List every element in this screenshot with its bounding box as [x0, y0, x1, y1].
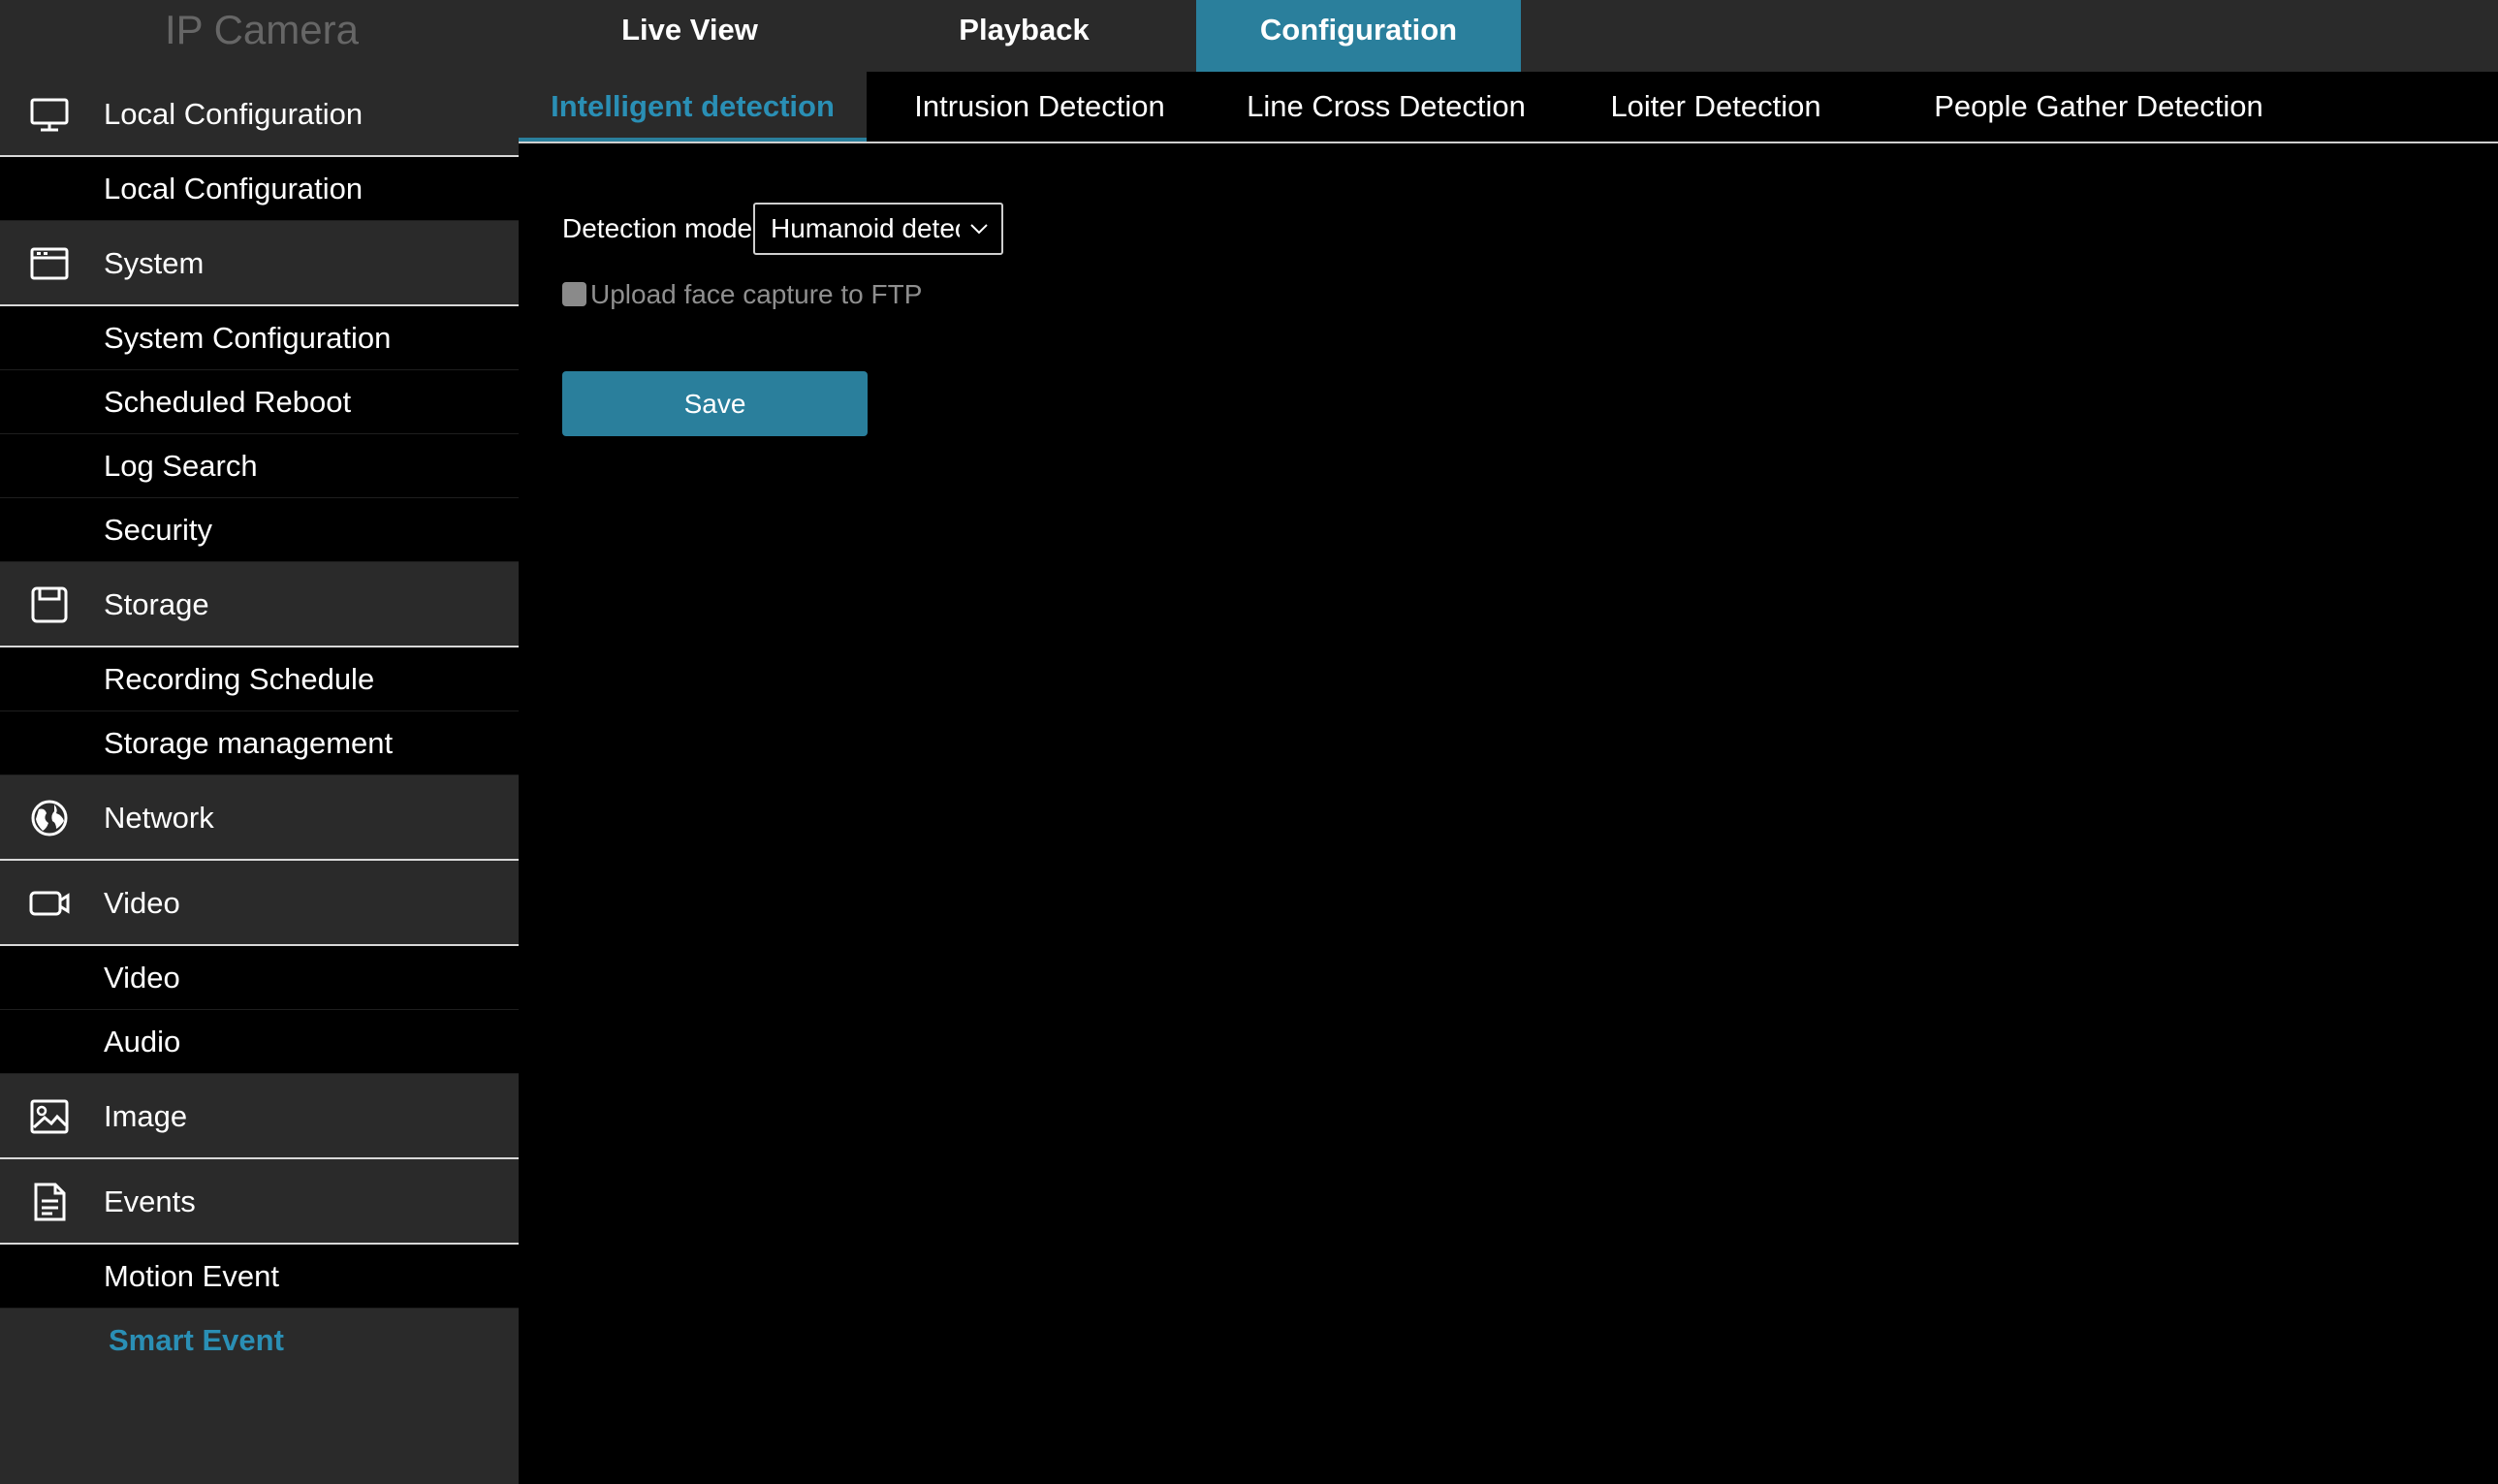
- sidebar-item-label: System Configuration: [104, 321, 392, 355]
- sidebar-item-label: Storage management: [104, 726, 394, 760]
- sidebar-item-label: Security: [104, 513, 212, 547]
- detection-mode-select[interactable]: Humanoid detection: [753, 203, 1003, 255]
- sidebar-item-local-configuration[interactable]: Local Configuration: [0, 157, 519, 221]
- sidebar-item-smart-event[interactable]: Smart Event: [0, 1309, 519, 1373]
- sidebar-item-label: Audio: [104, 1025, 181, 1058]
- sidebar-item-label: Motion Event: [104, 1259, 279, 1293]
- sidebar-category-image[interactable]: Image: [0, 1074, 519, 1159]
- sidebar-item-storage-management[interactable]: Storage management: [0, 711, 519, 775]
- sidebar-category-label: Video: [104, 886, 180, 920]
- sidebar-item-audio[interactable]: Audio: [0, 1010, 519, 1074]
- tab-intrusion-detection[interactable]: Intrusion Detection: [887, 72, 1192, 142]
- tab-playback[interactable]: Playback: [862, 0, 1186, 72]
- tab-configuration[interactable]: Configuration: [1196, 0, 1521, 72]
- sidebar-item-scheduled-reboot[interactable]: Scheduled Reboot: [0, 370, 519, 434]
- sidebar-category-system[interactable]: System: [0, 221, 519, 306]
- sidebar-category-storage[interactable]: Storage: [0, 562, 519, 647]
- sidebar-item-log-search[interactable]: Log Search: [0, 434, 519, 498]
- sidebar-category-label: Storage: [104, 587, 209, 621]
- tab-line-cross-detection[interactable]: Line Cross Detection: [1226, 72, 1546, 142]
- sidebar-category-label: Local Configuration: [104, 97, 364, 131]
- sidebar-item-motion-event[interactable]: Motion Event: [0, 1245, 519, 1309]
- window-icon: [27, 241, 72, 286]
- sidebar: Local Configuration Local Configuration …: [0, 72, 519, 1484]
- document-icon: [27, 1180, 72, 1224]
- monitor-icon: [27, 92, 72, 137]
- save-button[interactable]: Save: [562, 371, 868, 436]
- sidebar-item-system-configuration[interactable]: System Configuration: [0, 306, 519, 370]
- globe-icon: [27, 796, 72, 840]
- sidebar-category-label: Network: [104, 801, 214, 835]
- tab-loiter-detection[interactable]: Loiter Detection: [1585, 72, 1847, 142]
- top-bar: IP Camera Live View Playback Configurati…: [0, 0, 2498, 72]
- tab-live-view[interactable]: Live View: [527, 0, 852, 72]
- tab-intelligent-detection[interactable]: Intelligent detection: [519, 72, 867, 142]
- sidebar-item-label: Video: [104, 961, 180, 995]
- upload-face-capture-checkbox[interactable]: [562, 282, 586, 306]
- sidebar-item-label: Log Search: [104, 449, 258, 483]
- sidebar-category-video[interactable]: Video: [0, 861, 519, 946]
- tab-people-gather-detection[interactable]: People Gather Detection: [1905, 72, 2292, 142]
- sidebar-category-label: System: [104, 246, 205, 280]
- video-camera-icon: [27, 881, 72, 926]
- sidebar-category-events[interactable]: Events: [0, 1159, 519, 1245]
- sidebar-category-label: Image: [104, 1099, 188, 1133]
- sidebar-item-video[interactable]: Video: [0, 946, 519, 1010]
- sidebar-category-label: Events: [104, 1184, 196, 1218]
- detection-tabs: Intelligent detection Intrusion Detectio…: [519, 72, 2498, 143]
- sidebar-item-label: Recording Schedule: [104, 662, 375, 696]
- upload-face-capture-label: Upload face capture to FTP: [590, 279, 923, 309]
- sidebar-item-recording-schedule[interactable]: Recording Schedule: [0, 647, 519, 711]
- detection-mode-value: Humanoid detection: [771, 213, 960, 243]
- image-icon: [27, 1094, 72, 1139]
- sidebar-item-security[interactable]: Security: [0, 498, 519, 562]
- sidebar-item-label: Local Configuration: [104, 172, 364, 205]
- chevron-down-icon: [968, 218, 990, 239]
- app-logo-text: IP Camera: [165, 7, 359, 52]
- sidebar-item-label: Scheduled Reboot: [104, 385, 352, 419]
- sidebar-item-label: Smart Event: [109, 1323, 284, 1357]
- detection-mode-label: Detection mode: [562, 213, 753, 243]
- sidebar-category-local-configuration[interactable]: Local Configuration: [0, 72, 519, 157]
- sidebar-category-network[interactable]: Network: [0, 775, 519, 861]
- floppy-disk-icon: [27, 583, 72, 627]
